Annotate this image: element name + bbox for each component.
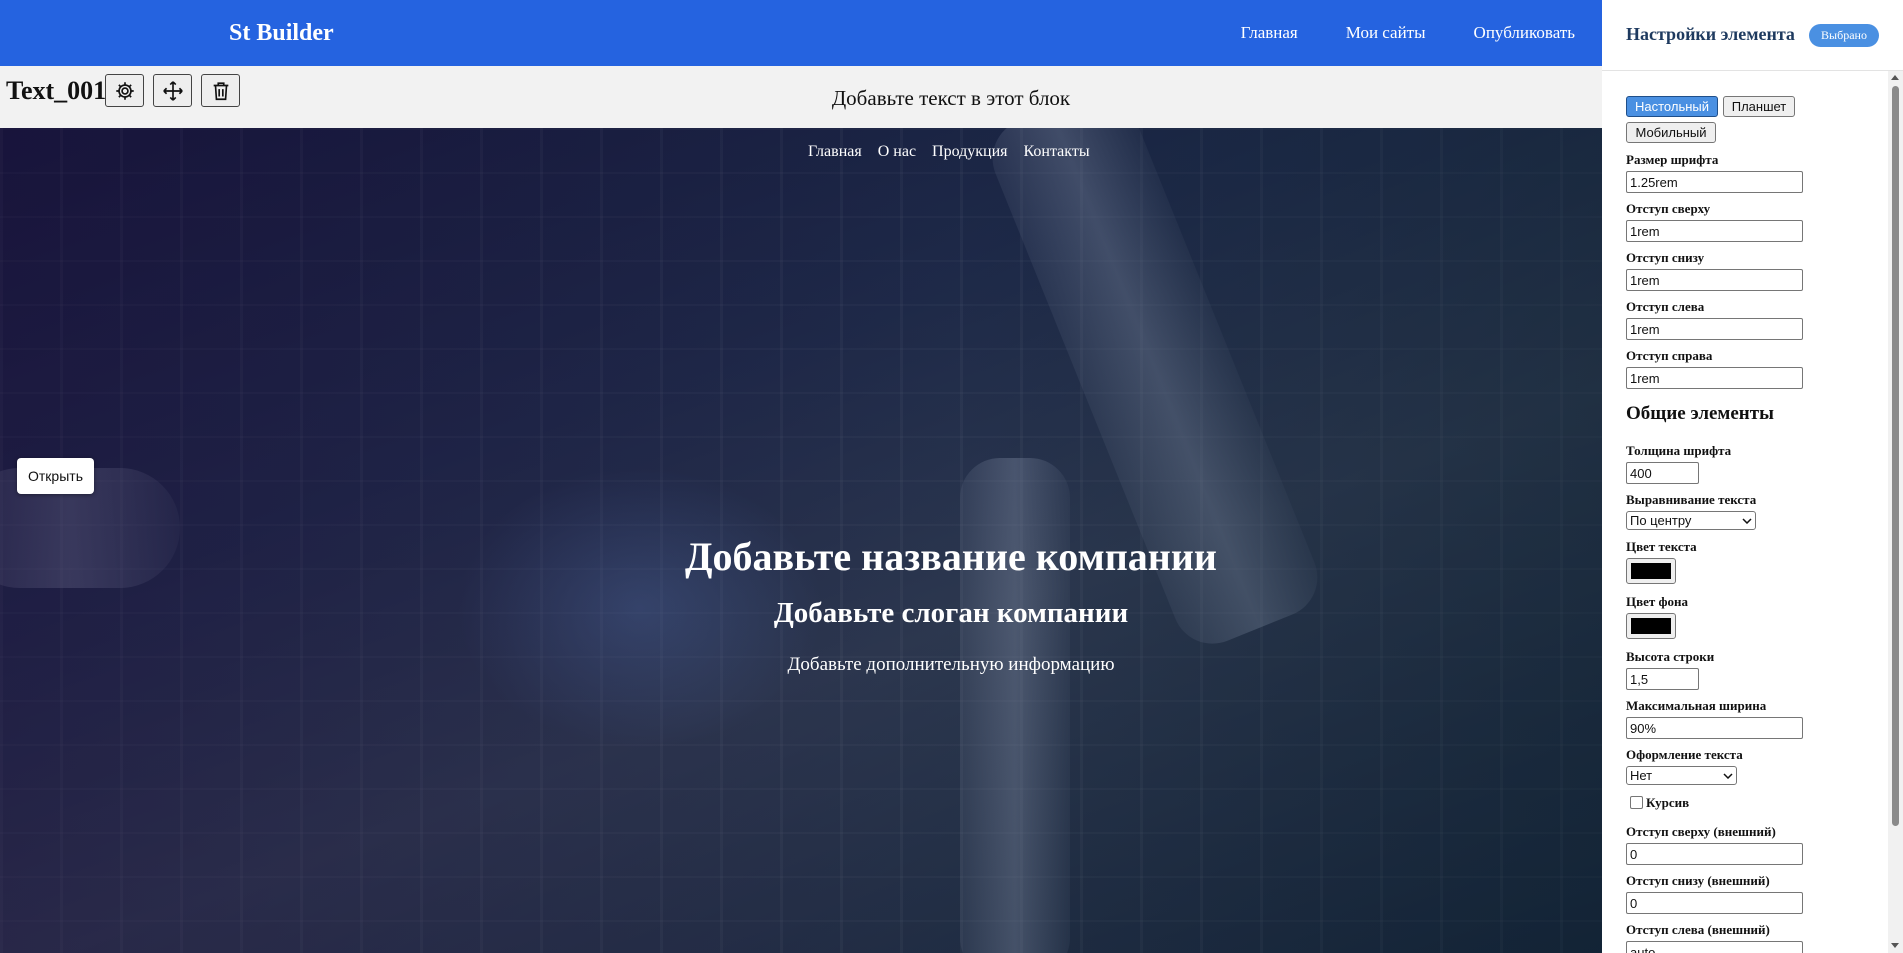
chevron-down-icon — [1742, 517, 1752, 524]
padding-top-input[interactable]: 1rem — [1626, 220, 1803, 242]
padding-bottom-input[interactable]: 1rem — [1626, 269, 1803, 291]
font-weight-label: Толщина шрифта — [1626, 443, 1732, 458]
brand-logo[interactable]: St Builder — [229, 20, 334, 47]
text-align-value: По центру — [1630, 513, 1692, 528]
hero-nav-about[interactable]: О нас — [878, 143, 916, 161]
font-size-label: Размер шрифта — [1626, 152, 1719, 167]
font-weight-input[interactable]: 400 — [1626, 462, 1699, 484]
panel-title: Настройки элемента — [1626, 24, 1795, 44]
italic-checkbox[interactable] — [1630, 796, 1643, 809]
padding-top-label: Отступ сверху — [1626, 201, 1711, 216]
panel-scrollbar[interactable] — [1888, 71, 1903, 953]
company-title[interactable]: Добавьте название компании — [0, 533, 1602, 580]
top-nav: Главная Мои сайты Опубликовать — [1241, 23, 1575, 43]
text-decoration-select[interactable]: Нет — [1626, 766, 1737, 785]
common-elements-heading: Общие элементы — [1626, 403, 1774, 424]
nav-publish-link[interactable]: Опубликовать — [1474, 23, 1575, 43]
hero-nav-home[interactable]: Главная — [808, 143, 862, 161]
bg-color-label: Цвет фона — [1626, 594, 1689, 609]
company-slogan[interactable]: Добавьте слоган компании — [0, 597, 1602, 630]
font-size-input[interactable]: 1.25rem — [1626, 171, 1803, 193]
padding-left-input[interactable]: 1rem — [1626, 318, 1803, 340]
max-width-input[interactable]: 90% — [1626, 717, 1803, 739]
device-tablet-button[interactable]: Планшет — [1723, 96, 1795, 117]
scroll-thumb[interactable] — [1892, 86, 1899, 826]
scroll-up-arrow[interactable] — [1891, 75, 1899, 80]
hero-nav: Главная О нас Продукция Контакты — [808, 143, 1106, 161]
text-decoration-value: Нет — [1630, 768, 1653, 783]
max-width-label: Максимальная ширина — [1626, 698, 1767, 713]
margin-left-input[interactable]: auto — [1626, 941, 1803, 953]
margin-top-label: Отступ сверху (внешний) — [1626, 824, 1776, 839]
top-header: St Builder Главная Мои сайты Опубликоват… — [0, 0, 1602, 66]
hero-nav-contacts[interactable]: Контакты — [1024, 143, 1090, 161]
settings-panel: Настройки элемента Выбрано Настольный Пл… — [1602, 0, 1903, 953]
line-height-input[interactable]: 1,5 — [1626, 668, 1699, 690]
text-color-swatch — [1631, 563, 1671, 579]
padding-left-label: Отступ слева — [1626, 299, 1705, 314]
text-color-picker[interactable] — [1626, 558, 1676, 584]
padding-right-label: Отступ справа — [1626, 348, 1713, 363]
padding-bottom-label: Отступ снизу — [1626, 250, 1705, 265]
scroll-down-arrow[interactable] — [1891, 943, 1899, 948]
hero-nav-products[interactable]: Продукция — [932, 143, 1008, 161]
panel-header: Настройки элемента Выбрано — [1602, 0, 1903, 71]
device-desktop-button[interactable]: Настольный — [1626, 96, 1718, 117]
text-decoration-label: Оформление текста — [1626, 747, 1743, 762]
chevron-down-icon — [1723, 772, 1733, 779]
italic-label: Курсив — [1646, 795, 1690, 810]
text-color-label: Цвет текста — [1626, 539, 1697, 554]
device-mobile-button[interactable]: Мобильный — [1626, 122, 1716, 143]
bg-color-picker[interactable] — [1626, 613, 1676, 639]
open-button[interactable]: Открыть — [17, 458, 94, 494]
margin-top-input[interactable]: 0 — [1626, 843, 1803, 865]
hero-section: Главная О нас Продукция Контакты Добавьт… — [0, 128, 1602, 953]
selected-badge: Выбрано — [1809, 24, 1879, 47]
text-align-select[interactable]: По центру — [1626, 511, 1756, 530]
margin-left-label: Отступ слева (внешний) — [1626, 922, 1770, 937]
nav-my-sites-link[interactable]: Мои сайты — [1346, 23, 1426, 43]
nav-home-link[interactable]: Главная — [1241, 23, 1298, 43]
text-align-label: Выравнивание текста — [1626, 492, 1757, 507]
padding-right-input[interactable]: 1rem — [1626, 367, 1803, 389]
line-height-label: Высота строки — [1626, 649, 1715, 664]
margin-bottom-label: Отступ снизу (внешний) — [1626, 873, 1770, 888]
margin-bottom-input[interactable]: 0 — [1626, 892, 1803, 914]
bg-color-swatch — [1631, 618, 1671, 634]
company-info[interactable]: Добавьте дополнительную информацию — [0, 654, 1602, 676]
